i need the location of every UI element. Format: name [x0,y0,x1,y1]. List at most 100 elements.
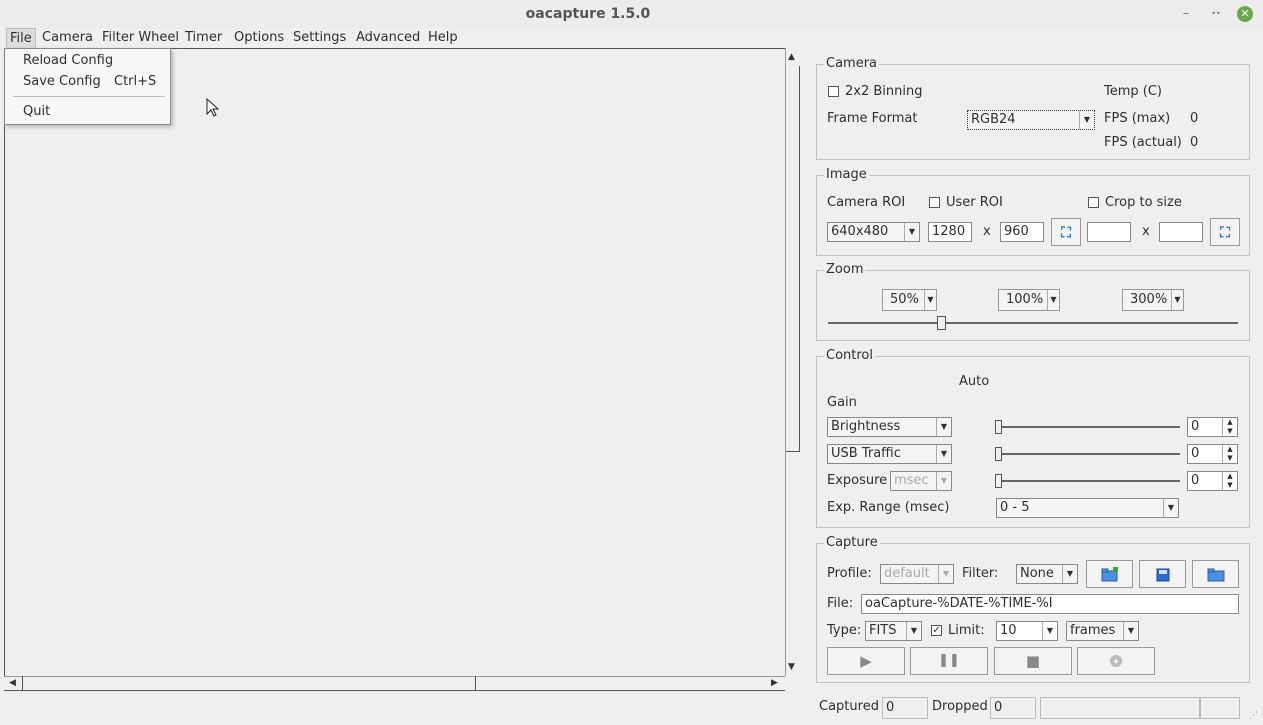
exposure-slider-track[interactable] [998,480,1180,482]
menu-help[interactable]: Help [425,28,461,48]
chevron-down-icon: ▼ [1062,565,1077,583]
close-icon[interactable]: ✕ [1237,6,1253,22]
save-button[interactable] [1139,560,1186,588]
temp-label: Temp (C) [1104,84,1162,99]
crop-width-input[interactable] [1087,222,1131,242]
menu-options[interactable]: Options [231,28,287,48]
exposure-spinbox[interactable]: 0 ▲ ▼ [1187,471,1238,491]
exposure-label: Exposure [827,473,888,488]
new-folder-button[interactable] [1086,560,1133,588]
usb-traffic-slider-handle[interactable] [995,447,1002,461]
limit-select[interactable]: 10 ▼ [996,621,1058,641]
menu-file[interactable]: File [6,28,36,48]
type-label: Type: [827,623,862,638]
fullscreen-icon: ⛶ [1061,225,1071,241]
chevron-down-icon: ▼ [936,472,951,490]
fps-actual-value: 0 [1190,135,1199,150]
menu-reload-config[interactable]: Reload Config [23,52,113,70]
roi-x-label: x [983,224,991,239]
scroll-down-icon[interactable]: ▼ [788,662,795,672]
captured-label: Captured [819,699,879,714]
restore-icon[interactable]: •• [1206,4,1226,24]
start-capture-button[interactable]: ▶ [827,647,905,675]
limit-checkbox[interactable]: ✓ [931,625,942,636]
spin-arrows-icon[interactable]: ▲ ▼ [1222,445,1237,463]
mouse-cursor-icon [206,98,220,117]
save-shortcut: Ctrl+S [114,74,157,89]
autorun-button[interactable]: ✦ [1077,647,1155,675]
spin-arrows-icon[interactable]: ▲ ▼ [1222,418,1237,436]
scroll-left-icon[interactable]: ◀ [9,678,16,688]
chevron-down-icon: ▼ [1079,111,1094,129]
crop-checkbox[interactable] [1088,197,1099,208]
menu-bar: File Camera Filter Wheel Timer Options S… [0,28,1263,48]
status-extra [1200,697,1240,719]
minimize-icon[interactable]: – [1176,4,1196,24]
roi-width-input[interactable]: 1280 [928,222,972,242]
file-menu: Reload Config Save Config Ctrl+S Quit [4,48,171,125]
fps-max-value: 0 [1190,111,1199,126]
preview-area[interactable] [4,48,785,676]
pause-capture-button[interactable]: ❚❚ [910,647,988,675]
window-title: oacapture 1.5.0 [525,6,651,22]
profile-label: Profile: [827,566,872,581]
exp-range-select[interactable]: 0 - 5 ▼ [996,498,1179,518]
scroll-up-icon[interactable]: ▲ [788,52,795,62]
stop-icon: ■ [1025,652,1041,670]
brightness-slider-track[interactable] [998,426,1180,428]
usb-traffic-select[interactable]: USB Traffic ▼ [827,444,952,464]
crop-label: Crop to size [1105,195,1182,210]
zoom-300-button[interactable]: 300% ▼ [1122,289,1184,311]
menu-camera[interactable]: Camera [39,28,96,48]
roi-height-input[interactable]: 960 [1000,222,1044,242]
image-group [816,175,1250,256]
menu-timer[interactable]: Timer [182,28,225,48]
chevron-down-icon[interactable]: ▼ [924,290,936,310]
brightness-select[interactable]: Brightness ▼ [827,417,952,437]
frame-format-select[interactable]: RGB24 ▼ [967,110,1095,130]
usb-traffic-spinbox[interactable]: 0 ▲ ▼ [1187,444,1238,464]
exposure-slider-handle[interactable] [995,474,1002,488]
fit-crop-button[interactable]: ⛶ [1210,218,1240,246]
chevron-down-icon: ▼ [1042,622,1057,640]
fit-roi-button[interactable]: ⛶ [1051,218,1081,246]
user-roi-checkbox[interactable] [929,197,940,208]
filter-select[interactable]: None ▼ [1016,564,1078,584]
binning-checkbox[interactable] [828,86,839,97]
zoom-slider-handle[interactable] [937,316,946,330]
limit-unit-select[interactable]: frames ▼ [1066,621,1139,641]
stop-capture-button[interactable]: ■ [994,647,1072,675]
menu-settings[interactable]: Settings [290,28,349,48]
menu-quit[interactable]: Quit [23,103,50,121]
type-select[interactable]: FITS ▼ [865,621,922,641]
chevron-down-icon[interactable]: ▼ [1047,290,1059,310]
menu-advanced[interactable]: Advanced [353,28,423,48]
resize-grip-icon[interactable]: ⋰ [1249,711,1258,721]
exposure-value: 0 [1191,473,1200,488]
usb-traffic-slider-track[interactable] [998,453,1180,455]
chevron-down-icon[interactable]: ▼ [1171,290,1183,310]
zoom-50-button[interactable]: 50% ▼ [882,289,937,311]
limit-unit-value: frames [1070,623,1116,638]
folder-icon [1207,568,1224,582]
zoom-slider-track[interactable] [828,322,1238,324]
zoom-50-label: 50% [890,292,919,307]
profile-select[interactable]: default ▼ [880,564,954,584]
file-template-input[interactable]: oaCapture-%DATE-%TIME-%I [861,594,1239,614]
crop-height-input[interactable] [1159,222,1203,242]
horizontal-scroll-thumb[interactable] [22,676,476,691]
file-label: File: [827,596,854,611]
chevron-down-icon: ▼ [938,565,953,583]
spin-arrows-icon[interactable]: ▲ ▼ [1222,472,1237,490]
scroll-right-icon[interactable]: ▶ [771,678,778,688]
brightness-spinbox[interactable]: 0 ▲ ▼ [1187,417,1238,437]
menu-filter-wheel[interactable]: Filter Wheel [99,28,182,48]
dropped-value: 0 [990,697,1036,719]
menu-save-config[interactable]: Save Config [23,73,101,91]
vertical-scroll-thumb[interactable] [786,66,800,452]
brightness-slider-handle[interactable] [995,420,1002,434]
open-folder-button[interactable] [1192,560,1239,588]
zoom-100-button[interactable]: 100% ▼ [998,289,1060,311]
exposure-unit-select[interactable]: msec ▼ [890,471,952,491]
roi-select[interactable]: 640x480 ▼ [827,222,920,242]
